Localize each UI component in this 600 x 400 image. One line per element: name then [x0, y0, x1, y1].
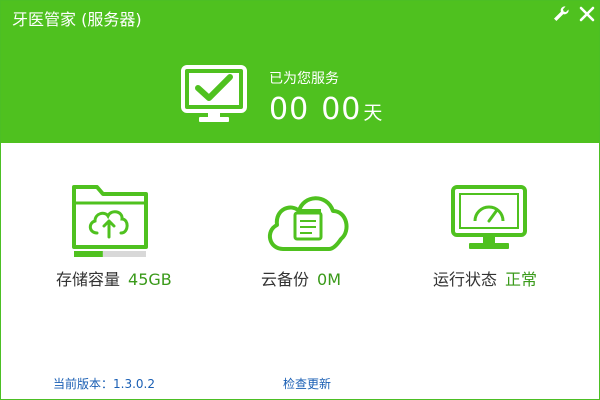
service-days-unit: 天	[363, 102, 383, 124]
storage-value: 45GB	[128, 270, 172, 289]
service-days-part-a: 00	[269, 92, 310, 127]
backup-label: 云备份	[261, 270, 310, 289]
status-label: 运行状态	[433, 270, 498, 289]
header-banner: 牙医管家 (服务器) 已为您服务 00 00 天	[1, 1, 599, 143]
service-days-part-b: 00	[321, 92, 362, 127]
close-icon[interactable]	[577, 4, 597, 24]
cloud-backup: 云备份 0M	[261, 269, 341, 291]
cloud-icon	[267, 196, 349, 251]
check-update-link[interactable]: 检查更新	[283, 376, 331, 392]
monitor-check-icon	[181, 65, 247, 122]
version-label: 当前版本：1.3.0.2	[53, 377, 155, 391]
app-window: 牙医管家 (服务器) 已为您服务 00 00 天 存储容量 45GB 云备份 0…	[0, 0, 600, 400]
status-value: 正常	[505, 270, 538, 289]
backup-value: 0M	[317, 270, 341, 289]
storage-label: 存储容量	[56, 270, 121, 289]
storage-bar-fill	[74, 251, 103, 257]
wrench-icon[interactable]	[551, 4, 571, 24]
folder-cloud-icon	[72, 185, 148, 257]
running-status: 运行状态 正常	[433, 269, 537, 291]
app-title: 牙医管家 (服务器)	[12, 10, 142, 29]
service-duration-label: 已为您服务	[269, 71, 339, 87]
service-duration-value: 00 00 天	[269, 91, 382, 132]
storage-capacity: 存储容量 45GB	[56, 269, 172, 291]
monitor-gauge-icon	[451, 185, 527, 249]
